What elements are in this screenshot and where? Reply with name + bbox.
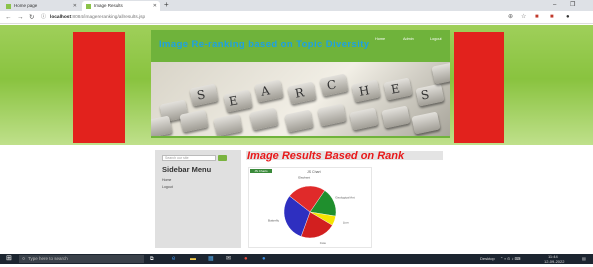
url-field[interactable]: localhost:8084/imagereranking/allresults… [50,13,475,22]
minimize-button[interactable]: – [553,0,556,10]
tray-icons[interactable]: ⌃ ▪ ⊙ ♪ ⌨ [500,254,520,264]
browser-tab-bar: Home page ✕ Image Results ✕ + – ❐ [0,0,593,11]
pie-chart: Geological Ant Lion Cow Butterfly Elephant [268,175,355,245]
tab-label: Home page [14,3,38,8]
sidebar-link-home[interactable]: Home [162,178,171,182]
left-red-panel [73,32,125,143]
favicon-icon [6,3,11,9]
windows-start-icon[interactable]: ⊞ [6,254,12,264]
maximize-button[interactable]: ❐ [570,0,575,10]
search-input[interactable]: Search our site [162,155,216,161]
pie-label-2: Cow [320,241,327,245]
pie-label-1: Lion [343,221,349,225]
clock-date[interactable]: 12-09-2022 [544,257,564,267]
profile-icon[interactable]: ● [566,13,570,22]
sidebar-link-logout[interactable]: Logout [162,185,173,189]
menu-item-logout[interactable]: Logout [430,37,442,42]
forward-button[interactable]: → [17,13,24,22]
desktop-label[interactable]: Desktop [480,254,495,264]
file-explorer-icon[interactable]: ▬ [190,254,196,264]
windows-taskbar: ⊞ Type here to search ○ ⧉ e ▬ ▦ ✉ ● ● De… [0,254,593,264]
tab-image-results[interactable]: Image Results ✕ [82,1,160,11]
store-icon[interactable]: ▦ [208,254,214,264]
url-host: localhost [50,15,72,20]
search-keys-banner: S E A R C H E S [151,62,450,136]
results-title: Image Results Based on Rank [246,151,443,162]
back-button[interactable]: ← [5,13,12,22]
bookmark-star-icon[interactable]: ☆ [521,13,526,22]
zoom-icon[interactable]: ⊕ [508,13,513,22]
tab-home-page[interactable]: Home page ✕ [2,1,80,11]
reload-button[interactable]: ↻ [29,13,34,22]
site-info-icon[interactable]: ⓘ [41,13,46,22]
sidebar-title: Sidebar Menu [162,165,212,174]
extension-icon-2[interactable]: ■ [550,13,554,22]
pie-label-4: Elephant [298,175,310,179]
taskbar-search-text: Type here to search [28,256,68,261]
taskbar-search-input[interactable]: Type here to search [19,255,144,263]
notification-icon[interactable]: ▤ [582,254,586,264]
site-title: Image Re-ranking based on Topic Diversit… [159,39,370,50]
favicon-icon [86,3,91,9]
edge-icon[interactable]: e [172,254,175,264]
banner-letter: A [259,83,271,99]
app-icon[interactable]: ● [262,254,266,264]
pie-label-3: Butterfly [268,218,280,222]
pie-label-0: Geological Ant [335,196,355,200]
mail-icon[interactable]: ✉ [226,254,231,264]
new-tab-button[interactable]: + [164,0,169,10]
task-view-icon[interactable]: ⧉ [150,254,154,264]
chrome-icon[interactable]: ● [244,254,248,264]
extension-icon[interactable]: ■ [535,13,539,22]
close-tab-icon[interactable]: ✕ [73,1,77,11]
search-button[interactable] [218,155,227,161]
menu-item-admin[interactable]: Admin [403,37,414,42]
close-tab-icon[interactable]: ✕ [153,1,157,11]
url-path: :8084/imagereranking/allresults.jsp [71,15,146,20]
address-bar-row: ← → ↻ ⓘ localhost:8084/imagereranking/al… [0,11,593,24]
tab-label: Image Results [94,3,123,8]
search-icon: ○ [22,256,26,262]
banner-letter: H [357,83,371,99]
right-red-panel [454,32,504,143]
